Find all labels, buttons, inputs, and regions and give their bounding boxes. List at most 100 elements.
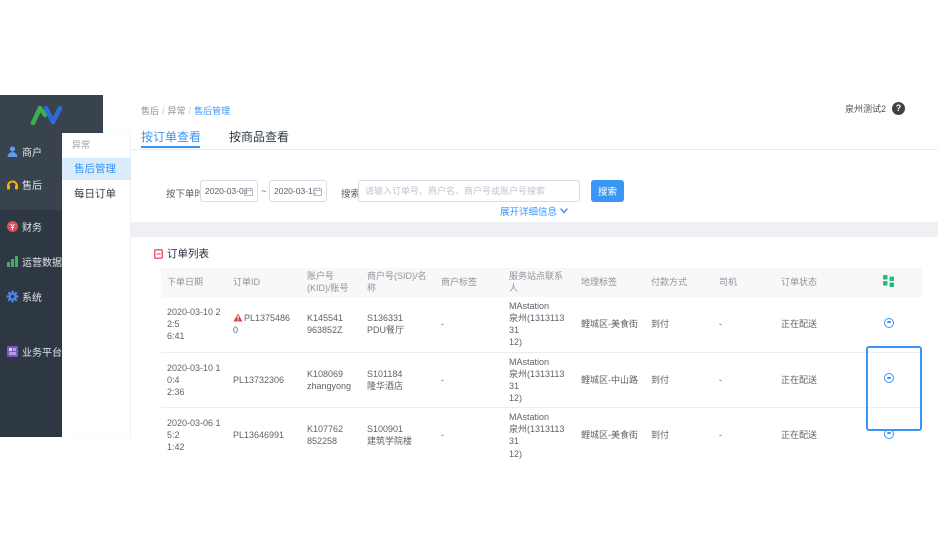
- search-input[interactable]: [358, 180, 580, 202]
- cell-station-contact: MAstation 泉州(131311331 12): [503, 408, 575, 463]
- column-header: 账户号(KID)/账号: [301, 268, 361, 297]
- sidebar-item-label: 财务: [22, 219, 42, 234]
- cell-driver: -: [713, 352, 775, 408]
- date-range-separator: ~: [261, 186, 267, 197]
- search-button[interactable]: 搜索: [591, 180, 624, 202]
- tab-view-by-order[interactable]: 按订单查看: [141, 128, 201, 145]
- submenu-item-daily-orders[interactable]: 每日订单: [62, 183, 131, 205]
- system-gear-icon: [6, 290, 19, 303]
- table-row[interactable]: 2020-03-10 10:4 2:36 PL13732306 K108069 …: [161, 352, 922, 408]
- column-settings-cell: [856, 268, 922, 297]
- cell-action: [856, 297, 922, 352]
- table-row[interactable]: 2020-03-06 15:2 1:42 PL13646991 K107762 …: [161, 408, 922, 463]
- cell-geo-tag: 鲤城区-美食街: [575, 297, 645, 352]
- submenu-group-label: 异常: [72, 138, 90, 151]
- merchant-person-icon: [6, 145, 19, 158]
- cell-order-date: 2020-03-06 15:2 1:42: [161, 408, 227, 463]
- cell-order-id: PL13732306: [227, 352, 301, 408]
- date-to-input[interactable]: [274, 181, 316, 201]
- cell-account: K107762 852258: [301, 408, 361, 463]
- sidebar-item-label: 商户: [22, 144, 42, 159]
- cell-order-status: 正在配送: [775, 408, 856, 463]
- question-icon[interactable]: ?: [892, 102, 905, 115]
- column-header: 司机: [713, 268, 775, 297]
- cell-merchant: S100901 建筑学院楼: [361, 408, 435, 463]
- date-from-input[interactable]: [205, 181, 247, 201]
- cell-payment: 到付: [645, 352, 713, 408]
- table-row[interactable]: 2020-03-10 22:5 6:41 PL13754860 K145541 …: [161, 297, 922, 352]
- user-area: 泉州测试2 ?: [845, 102, 905, 115]
- cell-order-status: 正在配送: [775, 352, 856, 408]
- sidebar-item-label: 售后: [22, 177, 42, 192]
- cell-order-date: 2020-03-10 10:4 2:36: [161, 352, 227, 408]
- platform-grid-icon: [6, 345, 19, 358]
- cell-driver: -: [713, 408, 775, 463]
- date-to-box[interactable]: [269, 180, 327, 202]
- column-header: 服务站点联系人: [503, 268, 575, 297]
- expand-details-link[interactable]: 展开详细信息: [500, 204, 568, 218]
- sidebar-item-aftersales[interactable]: 售后: [6, 177, 42, 192]
- cell-station-contact: MAstation 泉州(131311331 12): [503, 297, 575, 352]
- order-list-title: 订单列表: [154, 246, 209, 261]
- chevron-down-icon: [560, 208, 568, 214]
- logo-block: [0, 95, 103, 133]
- active-tab-underline: [141, 146, 200, 148]
- tabs-divider: [131, 149, 938, 150]
- sidebar-item-finance[interactable]: 财务: [6, 219, 42, 234]
- table-header-row: 下单日期订单ID账户号(KID)/账号商户号(SID)/名称商户标签服务站点联系…: [161, 268, 922, 297]
- sidebar: 商户 售后 财务 运营数据 系统 业务平台: [0, 133, 62, 437]
- view-detail-icon[interactable]: [884, 318, 894, 328]
- cell-account: K145541 963852Z: [301, 297, 361, 352]
- breadcrumb: 售后/异常/售后管理: [141, 104, 230, 117]
- breadcrumb-exception[interactable]: 异常: [168, 106, 186, 116]
- cell-station-contact: MAstation 泉州(131311331 12): [503, 352, 575, 408]
- cell-order-id: PL13646991: [227, 408, 301, 463]
- sidebar-item-merchant[interactable]: 商户: [6, 144, 42, 159]
- cell-order-status: 正在配送: [775, 297, 856, 352]
- submenu-item-aftersales-management[interactable]: 售后管理: [62, 158, 131, 180]
- cell-order-date: 2020-03-10 22:5 6:41: [161, 297, 227, 352]
- analytics-bars-icon: [6, 255, 19, 268]
- order-list-title-text: 订单列表: [167, 246, 209, 261]
- cell-merchant-tag: -: [435, 352, 503, 408]
- list-icon: [154, 249, 163, 259]
- column-header: 地理标签: [575, 268, 645, 297]
- cell-merchant-tag: -: [435, 408, 503, 463]
- order-table: 下单日期订单ID账户号(KID)/账号商户号(SID)/名称商户标签服务站点联系…: [161, 268, 922, 463]
- cell-merchant: S101184 隆华酒店: [361, 352, 435, 408]
- breadcrumb-current: 售后管理: [194, 106, 230, 116]
- user-name: 泉州测试2: [845, 102, 886, 115]
- calendar-icon: [313, 187, 322, 196]
- cell-driver: -: [713, 297, 775, 352]
- app-canvas: 商户 售后 财务 运营数据 系统 业务平台 异常 售后管理 每日订单 售后/异常: [0, 0, 938, 539]
- column-header: 商户标签: [435, 268, 503, 297]
- cell-payment: 到付: [645, 297, 713, 352]
- cell-payment: 到付: [645, 408, 713, 463]
- sidebar-item-label: 系统: [22, 289, 42, 304]
- warning-triangle-icon: [233, 313, 243, 322]
- breadcrumb-aftersales[interactable]: 售后: [141, 106, 159, 116]
- grid-icon[interactable]: [883, 274, 895, 287]
- sidebar-item-system[interactable]: 系统: [6, 289, 42, 304]
- sidebar-item-label: 运营数据: [22, 254, 62, 269]
- calendar-icon: [244, 187, 253, 196]
- finance-icon: [6, 220, 19, 233]
- selection-highlight: [866, 346, 922, 431]
- column-header: 订单状态: [775, 268, 856, 297]
- cell-merchant: S136331 PDU餐厅: [361, 297, 435, 352]
- cell-account: K108069 zhangyong: [301, 352, 361, 408]
- sidebar-item-platform[interactable]: 业务平台: [6, 344, 62, 359]
- sidebar-item-label: 业务平台: [22, 344, 62, 359]
- column-header: 订单ID: [227, 268, 301, 297]
- submenu-panel: 异常 售后管理 每日订单: [62, 133, 131, 437]
- tab-view-by-product[interactable]: 按商品查看: [229, 128, 289, 145]
- column-header: 付款方式: [645, 268, 713, 297]
- column-header: 商户号(SID)/名称: [361, 268, 435, 297]
- aftersales-headset-icon: [6, 178, 19, 191]
- cell-order-id: PL13754860: [227, 297, 301, 352]
- date-from-box[interactable]: [200, 180, 258, 202]
- sidebar-item-analytics[interactable]: 运营数据: [6, 254, 62, 269]
- section-gap: [131, 222, 938, 237]
- cell-merchant-tag: -: [435, 297, 503, 352]
- cell-geo-tag: 鲤城区-中山路: [575, 352, 645, 408]
